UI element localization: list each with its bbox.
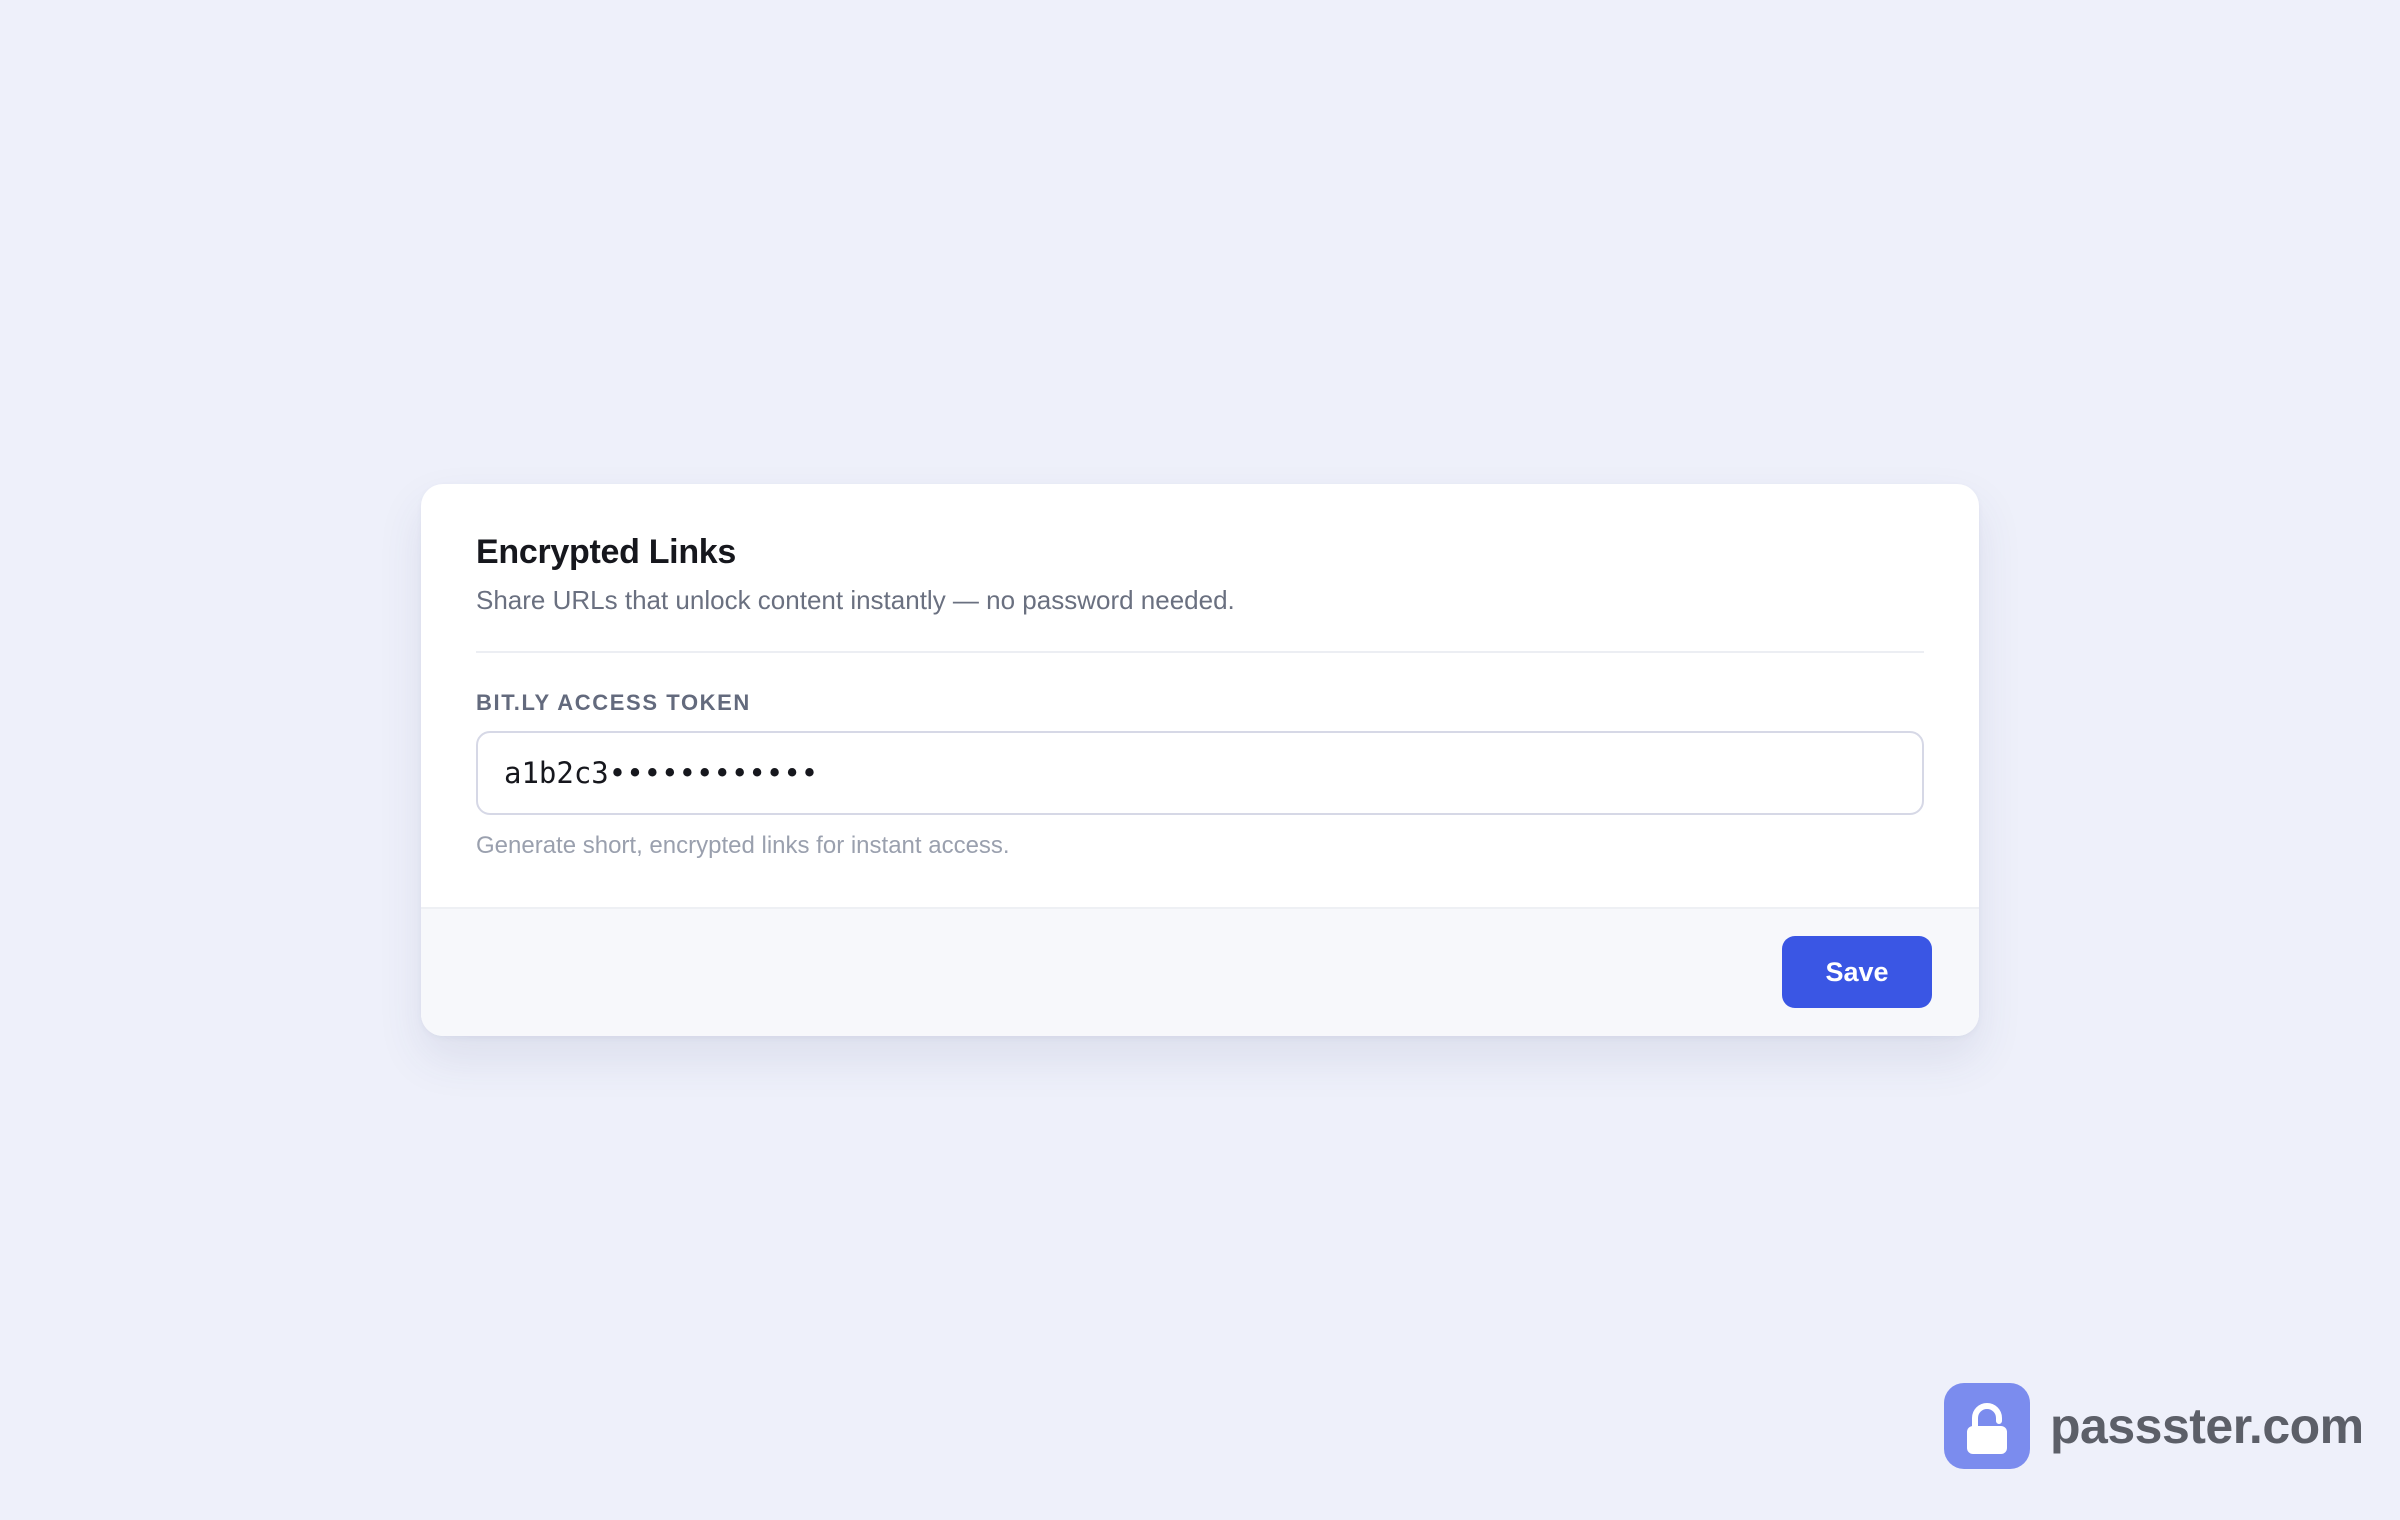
settings-card: Encrypted Links BIT.LY ACCESS TOKEN Save xyxy=(421,484,1979,1036)
divider xyxy=(476,651,1924,653)
card-title: Encrypted Links xyxy=(476,533,737,571)
save-button[interactable]: Save xyxy=(1782,936,1932,1008)
brand: passster.com xyxy=(1944,1383,2364,1469)
field-hint: Generate short, encrypted links for inst… xyxy=(476,832,1010,859)
token-field-label: BIT.LY ACCESS TOKEN xyxy=(476,690,751,715)
card-footer: Save xyxy=(421,907,1979,1036)
brand-name: passster.com xyxy=(2050,1398,2364,1454)
access-token-input[interactable] xyxy=(476,731,1924,815)
card-subtitle: Share URLs that unlock content instantly… xyxy=(476,585,1235,615)
lock-icon xyxy=(1944,1383,2030,1469)
